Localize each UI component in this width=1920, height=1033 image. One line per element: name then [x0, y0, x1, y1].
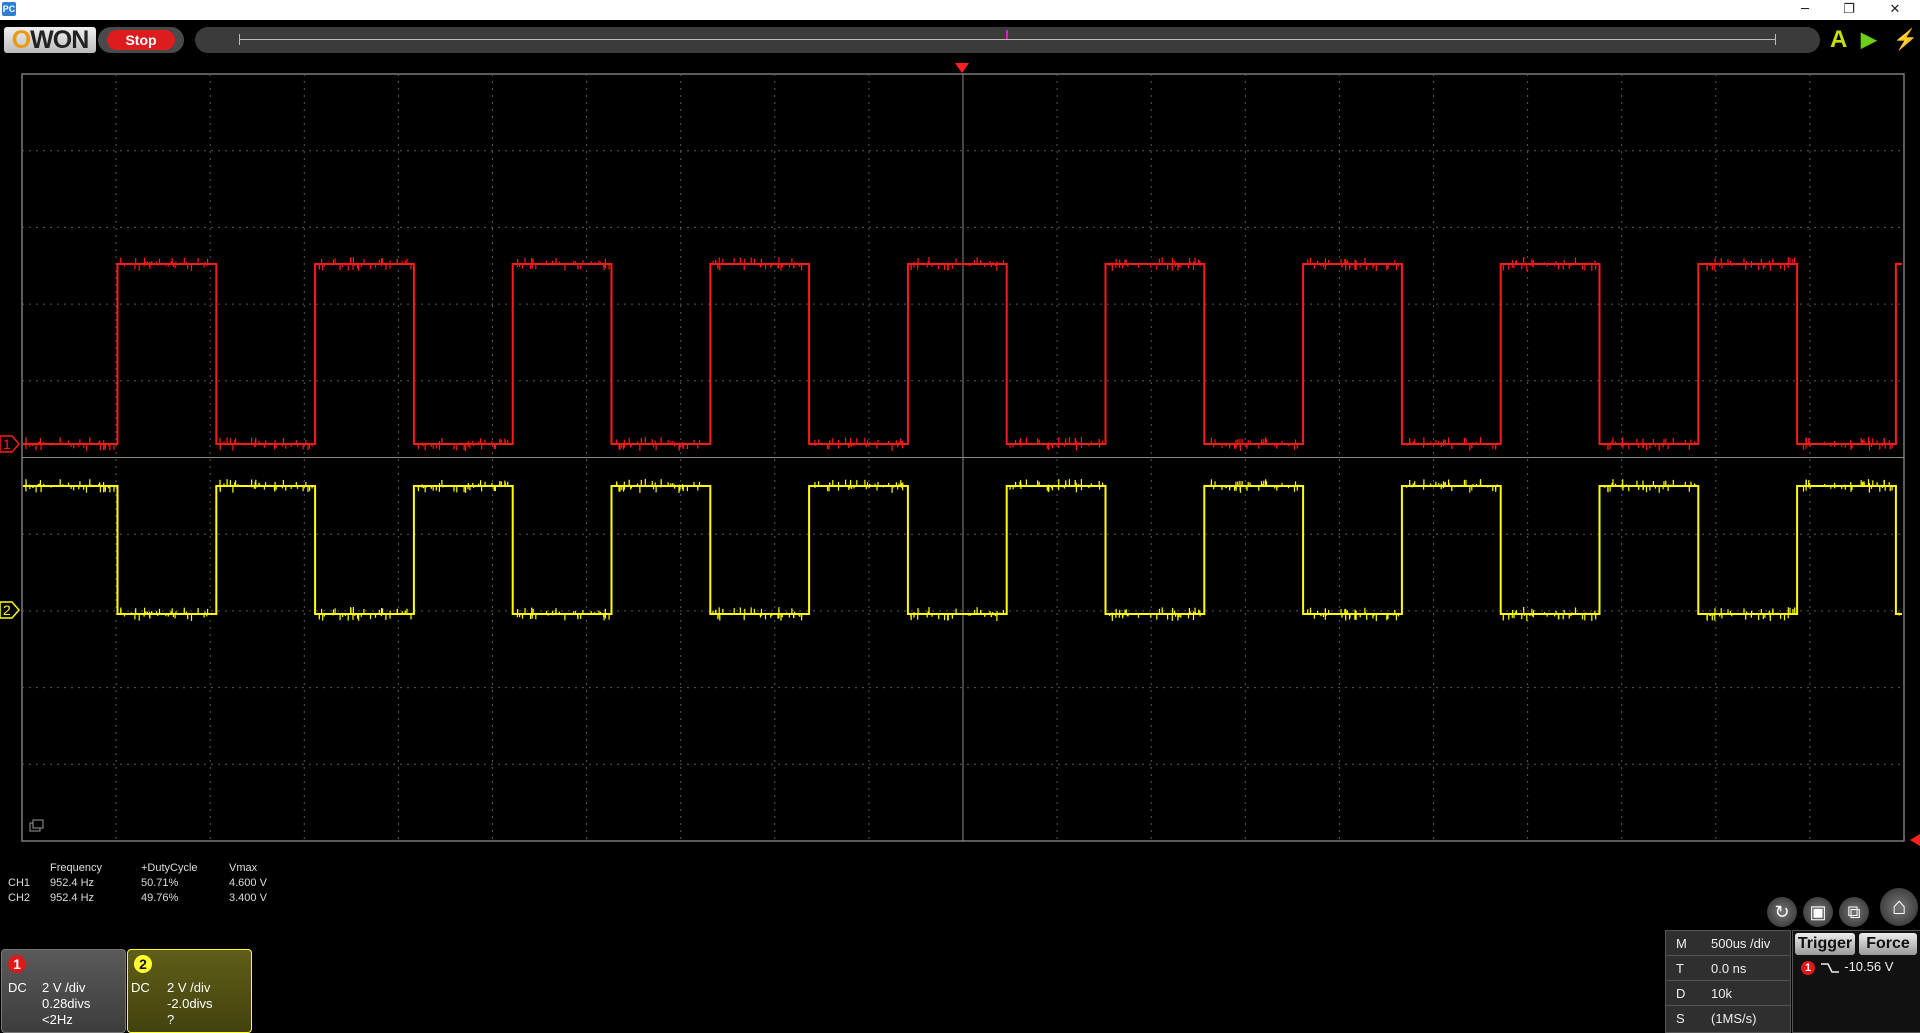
ch2-frequency: ? — [167, 1012, 175, 1027]
time-position-bar[interactable] — [195, 27, 1820, 53]
ch1-frequency: <2Hz — [42, 1012, 73, 1027]
info-row-m[interactable]: M 500us /div — [1666, 931, 1790, 956]
info-key-t: T — [1676, 961, 1684, 976]
ch2-scale: 2 V /div — [167, 980, 211, 995]
info-row-s[interactable]: S (1MS/s) — [1666, 1006, 1790, 1030]
timebar-line — [239, 39, 1776, 40]
ch1-coupling: DC — [8, 980, 27, 995]
graticule — [21, 73, 1905, 842]
app-icon: PC — [2, 2, 16, 16]
window-titlebar: PC ─ ❐ ✕ — [0, 0, 1920, 20]
scope-toolbar: OWON Stop A ▶ ⚡ — [0, 20, 1920, 58]
ch1-scale: 2 V /div — [42, 980, 86, 995]
ch1-offset: 0.28divs — [42, 996, 91, 1011]
trigger-source-badge: 1 — [1801, 960, 1815, 975]
trigger-level-marker[interactable] — [1910, 834, 1920, 846]
ch1-badge: 1 — [8, 955, 26, 973]
window-icon[interactable]: ⧉ — [1839, 897, 1869, 927]
run-icon[interactable]: ▶ — [1861, 28, 1876, 52]
ch2-ground-marker[interactable]: 2 — [0, 601, 20, 619]
time-position-marker[interactable] — [1006, 30, 1008, 39]
trigger-panel: Trigger Force 1 -10.56 V — [1792, 930, 1920, 1033]
info-row-t[interactable]: T 0.0 ns — [1666, 956, 1790, 981]
meas-ch1-frequency: 952.4 Hz — [50, 877, 95, 889]
ch2-marker-label: 2 — [3, 602, 11, 618]
meas-ch1-label: CH1 — [8, 877, 31, 889]
save-icon[interactable]: ▣ — [1803, 897, 1833, 927]
trigger-level-value: -10.56 V — [1844, 959, 1894, 974]
falling-edge-icon — [1820, 962, 1839, 973]
info-key-s: S — [1676, 1011, 1685, 1026]
ch2-offset: -2.0divs — [167, 996, 213, 1011]
info-key-m: M — [1676, 936, 1687, 951]
ch1-ground-marker[interactable]: 1 — [0, 435, 20, 453]
timebar-left-tick — [239, 34, 240, 45]
info-key-d: D — [1676, 986, 1686, 1001]
info-value-d: 10k — [1711, 986, 1732, 1001]
close-button[interactable]: ✕ — [1872, 0, 1918, 20]
meas-ch2-vmax: 3.400 V — [229, 892, 267, 904]
meas-ch2-frequency: 952.4 Hz — [50, 892, 95, 904]
meas-ch2-label: CH2 — [8, 892, 31, 904]
info-value-t: 0.0 ns — [1711, 961, 1747, 976]
info-value-m: 500us /div — [1711, 936, 1771, 951]
maximize-button[interactable]: ❐ — [1826, 0, 1872, 20]
trigger-position-marker[interactable] — [955, 63, 969, 73]
refresh-icon[interactable]: ↻ — [1767, 897, 1797, 927]
waveform-display[interactable]: 1 2 — [0, 58, 1920, 858]
ch2-settings-box[interactable]: 2 DC 2 V /div -2.0divs ? — [127, 949, 252, 1033]
ch1-settings-box[interactable]: 1 DC 2 V /div 0.28divs <2Hz — [1, 949, 126, 1033]
run-state-label: Stop — [107, 30, 175, 50]
ch1-marker-label: 1 — [3, 436, 11, 452]
info-row-d[interactable]: D 10k — [1666, 981, 1790, 1006]
trigger-button[interactable]: Trigger — [1795, 933, 1855, 955]
ch2-badge: 2 — [134, 955, 152, 973]
meas-ch2-duty: 49.76% — [141, 892, 179, 904]
meas-header-duty: +DutyCycle — [141, 862, 198, 874]
trigger-level-readout[interactable]: 1 -10.56 V — [1801, 959, 1893, 975]
home-icon[interactable]: ⌂ — [1880, 888, 1918, 926]
auto-set-icon[interactable]: A — [1830, 28, 1847, 52]
flash-icon[interactable]: ⚡ — [1893, 28, 1918, 52]
run-stop-button[interactable]: Stop — [98, 27, 184, 53]
minimize-button[interactable]: ─ — [1782, 0, 1828, 20]
zoom-window-icon[interactable] — [29, 819, 44, 832]
ch2-coupling: DC — [131, 980, 150, 995]
meas-header-vmax: Vmax — [229, 862, 258, 874]
meas-ch1-duty: 50.71% — [141, 877, 179, 889]
timebar-right-tick — [1775, 34, 1776, 45]
meas-ch1-vmax: 4.600 V — [229, 877, 267, 889]
timebase-info-panel: M 500us /div T 0.0 ns D 10k S (1MS/s) — [1665, 930, 1791, 1033]
info-value-s: (1MS/s) — [1711, 1011, 1757, 1026]
force-button[interactable]: Force — [1859, 933, 1917, 955]
owon-logo: OWON — [4, 27, 96, 53]
meas-header-frequency: Frequency — [50, 862, 102, 874]
